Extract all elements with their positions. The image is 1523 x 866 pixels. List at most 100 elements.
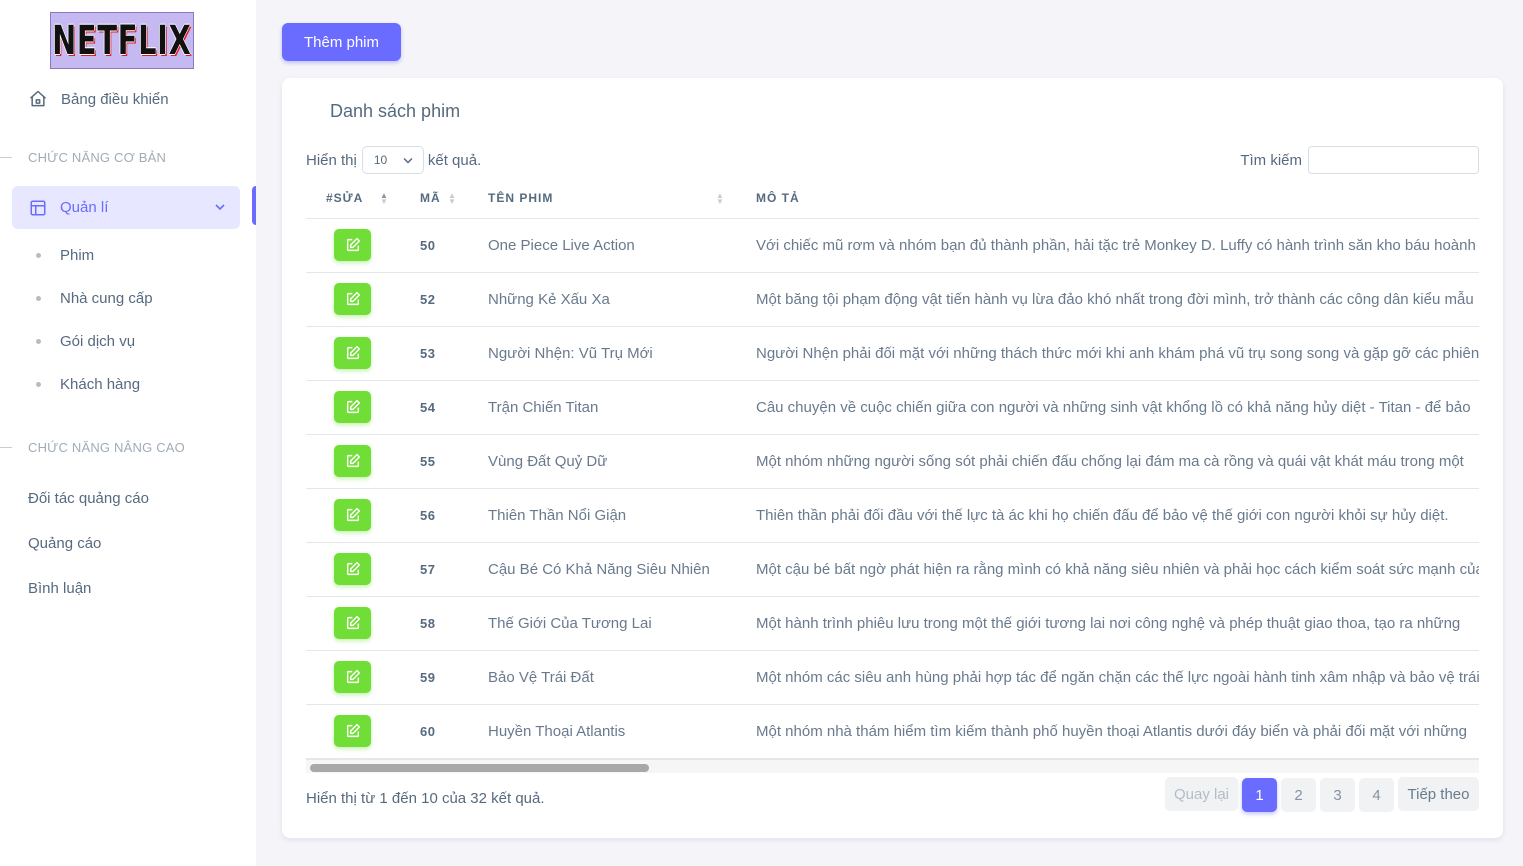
table-row: 53 Người Nhện: Vũ Trụ Mới Người Nhện phải …: [306, 326, 1479, 381]
edit-cell: [306, 434, 402, 489]
col-header-edit[interactable]: #SỬA ▲ ▼: [306, 179, 402, 219]
sidebar-item-ad-partners[interactable]: Đối tác quảng cáo: [28, 488, 149, 508]
sort-icon: ▲ ▼: [448, 191, 457, 206]
movie-code: 57: [402, 542, 488, 597]
table-row: 57 Cậu Bé Có Khả Năng Siêu Nhiên Một cậu b…: [306, 542, 1479, 597]
edit-button[interactable]: [334, 499, 371, 531]
movie-name: Bảo Vệ Trái Đất: [488, 650, 756, 705]
sidebar-item-customers[interactable]: Khách hàng: [36, 374, 140, 394]
col-header-name[interactable]: TÊN PHIM ▲ ▼: [488, 179, 756, 219]
edit-button[interactable]: [334, 283, 371, 315]
movie-code: 53: [402, 326, 488, 381]
table-row: 60 Huyền Thoại Atlantis Một nhóm nhà thám …: [306, 704, 1479, 759]
col-header-code[interactable]: MÃ ▲ ▼: [402, 179, 488, 219]
table-row: 59 Bảo Vệ Trái Đất Một nhóm các siêu anh h…: [306, 650, 1479, 705]
edit-button[interactable]: [334, 715, 371, 747]
movie-description: Một nhóm nhà thám hiểm tìm kiếm thành ph…: [756, 704, 1479, 759]
edit-cell: [306, 326, 402, 381]
edit-button[interactable]: [334, 661, 371, 693]
bullet-icon: [36, 252, 41, 258]
movie-name: Người Nhện: Vũ Trụ Mới: [488, 326, 756, 381]
movie-name: Cậu Bé Có Khả Năng Siêu Nhiên: [488, 542, 756, 597]
sidebar-item-phim[interactable]: Phim: [36, 245, 94, 265]
movie-name: Vùng Đất Quỷ Dữ: [488, 434, 756, 489]
edit-button[interactable]: [334, 553, 371, 585]
edit-icon: [346, 453, 360, 468]
movie-description: Với chiếc mũ rơm và nhóm bạn đủ thành ph…: [756, 218, 1479, 273]
search-input[interactable]: [1308, 146, 1479, 174]
pagination: Quay lại 1 2 3 4 Tiếp theo: [1165, 777, 1479, 813]
sidebar-item-label: Bảng điều khiển: [61, 90, 169, 108]
sidebar-item-ads[interactable]: Quảng cáo: [28, 533, 101, 553]
edit-icon: [346, 237, 360, 252]
divider: [0, 446, 12, 448]
chevron-down-icon: [215, 204, 225, 211]
sidebar-item-manage[interactable]: Quản lí: [12, 186, 240, 229]
movie-code: 52: [402, 272, 488, 327]
movie-code: 60: [402, 704, 488, 759]
add-movie-button[interactable]: Thêm phim: [282, 23, 401, 61]
edit-icon: [346, 345, 360, 360]
movie-code: 58: [402, 596, 488, 651]
table-row: 55 Vùng Đất Quỷ Dữ Một nhóm những người số…: [306, 434, 1479, 489]
chevron-down-icon: [403, 157, 413, 164]
page-button-4[interactable]: 4: [1359, 778, 1394, 812]
sidebar-item-dashboard[interactable]: Bảng điều khiển: [28, 87, 169, 111]
page-button-2[interactable]: 2: [1281, 778, 1316, 812]
col-header-desc[interactable]: MÔ TẢ: [756, 179, 1479, 219]
section-advanced-header: CHỨC NĂNG NÂNG CAO: [0, 439, 185, 455]
page-button-1[interactable]: 1: [1242, 778, 1277, 812]
movie-list-card: Danh sách phim Hiển thị 10 kết quả. Tìm …: [282, 78, 1503, 838]
edit-cell: [306, 272, 402, 327]
table-info: Hiển thị từ 1 đến 10 của 32 kết quả.: [306, 790, 545, 807]
movie-description: Thiên thần phải đối đầu với thế lực tà á…: [756, 488, 1479, 543]
edit-icon: [346, 561, 360, 576]
sidebar-item-providers[interactable]: Nhà cung cấp: [36, 288, 153, 308]
edit-button[interactable]: [334, 337, 371, 369]
page-length-select[interactable]: 10: [361, 146, 424, 174]
next-page-button[interactable]: Tiếp theo: [1398, 777, 1479, 811]
divider: [0, 156, 12, 158]
edit-icon: [346, 291, 360, 306]
active-indicator: [252, 186, 256, 225]
edit-cell: [306, 380, 402, 435]
page-button-3[interactable]: 3: [1320, 778, 1355, 812]
movie-description: Một nhóm các siêu anh hùng phải hợp tác …: [756, 650, 1479, 705]
movie-description: Một hành trình phiêu lưu trong một thế g…: [756, 596, 1479, 651]
edit-icon: [346, 507, 360, 522]
edit-cell: [306, 218, 402, 273]
movie-code: 55: [402, 434, 488, 489]
table-header-row: #SỬA ▲ ▼ MÃ ▲ ▼ TÊN PHIM ▲ ▼ MÔ TẢ: [306, 179, 1479, 219]
table-container: #SỬA ▲ ▼ MÃ ▲ ▼ TÊN PHIM ▲ ▼ MÔ TẢ 50 One Piece…: [306, 179, 1479, 759]
table-row: 50 One Piece Live Action Với chiếc mũ rơm …: [306, 218, 1479, 273]
movie-table: #SỬA ▲ ▼ MÃ ▲ ▼ TÊN PHIM ▲ ▼ MÔ TẢ 50 One Piece…: [306, 179, 1479, 759]
movie-code: 54: [402, 380, 488, 435]
edit-button[interactable]: [334, 391, 371, 423]
sidebar-item-comments[interactable]: Bình luận: [28, 578, 91, 598]
movie-name: Thiên Thần Nổi Giận: [488, 488, 756, 543]
movie-description: Người Nhện phải đối mặt với những thách …: [756, 326, 1479, 381]
movie-code: 50: [402, 218, 488, 273]
table-row: 52 Những Kẻ Xấu Xa Một băng tội phạm động …: [306, 272, 1479, 327]
horizontal-scrollbar[interactable]: [306, 759, 1479, 773]
edit-button[interactable]: [334, 445, 371, 477]
prev-page-button[interactable]: Quay lại: [1165, 777, 1238, 811]
edit-icon: [346, 615, 360, 630]
home-icon: [30, 90, 46, 107]
sort-icon: ▲ ▼: [716, 191, 725, 206]
search-control: Tìm kiếm: [1240, 146, 1479, 174]
edit-cell: [306, 488, 402, 543]
edit-button[interactable]: [334, 607, 371, 639]
edit-cell: [306, 704, 402, 759]
table-row: 56 Thiên Thần Nổi Giận Thiên thần phải đối…: [306, 488, 1479, 543]
movie-name: Thế Giới Của Tương Lai: [488, 596, 756, 651]
movie-description: Một băng tội phạm động vật tiến hành vụ …: [756, 272, 1479, 327]
sidebar-item-service-plans[interactable]: Gói dịch vụ: [36, 331, 135, 351]
sidebar-item-label: Quản lí: [60, 199, 109, 216]
netflix-logo[interactable]: NETFLIX: [50, 12, 194, 69]
edit-button[interactable]: [334, 229, 371, 261]
movie-name: Trận Chiến Titan: [488, 380, 756, 435]
movie-description: Một nhóm những người sống sót phải chiến…: [756, 434, 1479, 489]
layout-icon: [30, 200, 46, 215]
scrollbar-thumb[interactable]: [310, 764, 649, 772]
